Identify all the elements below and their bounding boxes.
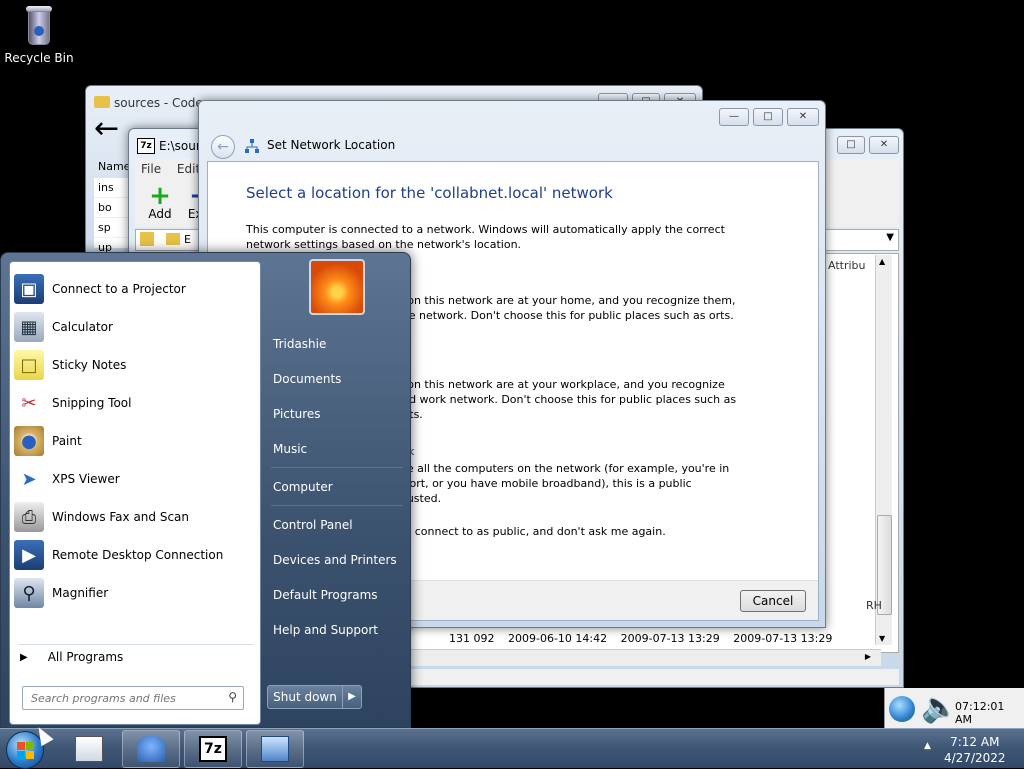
recycle-bin-shortcut[interactable]: Recycle Bin <box>4 6 74 65</box>
plus-icon: + <box>149 181 171 211</box>
program-item[interactable]: ⎙ Windows Fax and Scan <box>14 500 258 534</box>
programs-pane: ▣ Connect to a Projector ▦ Calculator □ … <box>9 261 261 725</box>
attribute-value: RH <box>866 599 882 612</box>
maximize-button[interactable]: □ <box>753 108 783 126</box>
date-cell: 2009-07-13 13:29 <box>620 632 720 645</box>
close-button[interactable]: ✕ <box>869 136 899 154</box>
address-text: E <box>184 233 191 246</box>
fax-icon: ⎙ <box>14 502 44 532</box>
add-button[interactable]: + Add <box>145 181 175 221</box>
home-option-description: s on this network are at your home, and … <box>398 294 736 322</box>
scroll-right-icon[interactable]: ▶ <box>865 652 871 661</box>
divider <box>271 505 403 506</box>
scroll-down-icon[interactable]: ▼ <box>879 634 885 643</box>
table-row[interactable]: 131 092 2009-06-10 14:42 2009-07-13 13:2… <box>449 632 842 645</box>
dialog-title: Set Network Location <box>267 138 396 152</box>
taskbar-app-button[interactable]: 7z <box>184 730 242 768</box>
magnifier-icon: ⚲ <box>14 578 44 608</box>
search-box[interactable]: ⚲ <box>22 686 244 710</box>
window-app-icon <box>75 736 103 762</box>
projector-icon: ▣ <box>14 274 44 304</box>
control-panel-link[interactable]: Control Panel <box>273 518 353 532</box>
control-panel-icon <box>261 736 289 762</box>
folder-icon <box>166 233 180 245</box>
page-heading: Select a location for the 'collabnet.loc… <box>246 184 613 202</box>
notification-panel: 🔈 07:12:01 AM <box>884 688 1024 728</box>
all-programs-button[interactable]: ▶ All Programs <box>20 650 123 664</box>
public-option-description: ize all the computers on the network (fo… <box>398 462 730 505</box>
program-item[interactable]: ▣ Connect to a Projector <box>14 272 258 306</box>
maximize-button[interactable]: □ <box>837 136 865 154</box>
notification-time: 07:12:01 AM <box>955 700 1005 726</box>
taskbar-clock[interactable]: 7:12 AM 4/27/2022 <box>944 734 1006 766</box>
start-menu: ▣ Connect to a Projector ▦ Calculator □ … <box>0 252 411 728</box>
back-arrow-icon[interactable]: ← <box>94 114 119 144</box>
divider <box>18 644 254 645</box>
taskbar: 7z ▲ 7:12 AM 4/27/2022 <box>0 728 1024 769</box>
minimize-button[interactable]: — <box>719 108 749 126</box>
divider <box>271 467 403 468</box>
close-button[interactable]: ✕ <box>787 108 819 126</box>
shutdown-button[interactable]: Shut down <box>267 685 343 709</box>
name-column-header[interactable]: Name <box>98 160 130 173</box>
user-avatar[interactable] <box>309 259 365 315</box>
program-item[interactable]: ▦ Calculator <box>14 310 258 344</box>
program-item[interactable]: ⚲ Magnifier <box>14 576 258 610</box>
vertical-scrollbar[interactable]: ▲ ▼ <box>875 255 892 645</box>
treat-public-checkbox-label[interactable]: I connect to as public, and don't ask me… <box>408 525 666 538</box>
program-item[interactable]: ● Paint <box>14 424 258 458</box>
cancel-button[interactable]: Cancel <box>740 590 806 612</box>
volume-icon[interactable]: 🔈 <box>921 690 958 726</box>
scissors-icon: ✂ <box>21 392 37 414</box>
globe-icon[interactable] <box>889 696 915 722</box>
program-item[interactable]: □ Sticky Notes <box>14 348 258 382</box>
folder-icon <box>94 96 110 108</box>
mascot-app-icon <box>137 736 165 762</box>
calculator-icon: ▦ <box>14 312 44 342</box>
xps-icon: ➤ <box>21 468 37 490</box>
clock-time: 7:12 AM <box>950 735 1000 749</box>
remote-desktop-icon: ▶ <box>14 540 44 570</box>
7zip-icon: 7z <box>199 736 227 762</box>
sevenzip-icon: 7z <box>137 138 155 154</box>
attributes-column-header[interactable]: Attribu <box>821 257 873 275</box>
clock-date: 4/27/2022 <box>944 751 1006 765</box>
intro-text: This computer is connected to a network.… <box>246 223 725 251</box>
computer-link[interactable]: Computer <box>273 480 333 494</box>
up-folder-icon[interactable] <box>140 232 154 246</box>
default-programs-link[interactable]: Default Programs <box>273 588 378 602</box>
recycle-bin-label: Recycle Bin <box>4 51 74 65</box>
paint-palette-icon: ● <box>14 426 44 456</box>
help-and-support-link[interactable]: Help and Support <box>273 623 378 637</box>
music-link[interactable]: Music <box>273 442 307 456</box>
date-cell: 2009-06-10 14:42 <box>508 632 608 645</box>
address-dropdown-icon[interactable]: ▼ <box>886 232 894 243</box>
work-option-description: s on this network are at your workplace,… <box>398 378 737 421</box>
search-input[interactable] <box>29 688 219 708</box>
recycle-bin-icon <box>24 6 54 46</box>
pictures-link[interactable]: Pictures <box>273 407 321 421</box>
size-cell: 131 092 <box>449 632 495 645</box>
devices-and-printers-link[interactable]: Devices and Printers <box>273 553 397 567</box>
show-hidden-icons-icon[interactable]: ▲ <box>924 741 931 751</box>
add-label: Add <box>148 207 172 221</box>
program-item[interactable]: ✂ Snipping Tool <box>14 386 258 420</box>
user-folder-link[interactable]: Tridashie <box>273 337 326 351</box>
back-button[interactable]: ← <box>211 135 235 159</box>
scroll-up-icon[interactable]: ▲ <box>879 257 885 266</box>
windows-logo-icon <box>17 742 35 760</box>
program-item[interactable]: ▶ Remote Desktop Connection <box>14 538 258 572</box>
taskbar-app-button[interactable] <box>60 730 118 768</box>
date-cell: 2009-07-13 13:29 <box>733 632 833 645</box>
taskbar-app-button[interactable] <box>246 730 304 768</box>
menu-file[interactable]: File <box>135 159 167 179</box>
shutdown-options-arrow-icon[interactable]: ▶ <box>342 685 362 709</box>
search-icon[interactable]: ⚲ <box>228 690 237 704</box>
network-icon <box>245 139 259 153</box>
chevron-right-icon: ▶ <box>20 651 28 663</box>
sticky-notes-icon: □ <box>14 350 44 380</box>
taskbar-app-button[interactable] <box>122 730 180 768</box>
documents-link[interactable]: Documents <box>273 372 341 386</box>
program-item[interactable]: ➤ XPS Viewer <box>14 462 258 496</box>
